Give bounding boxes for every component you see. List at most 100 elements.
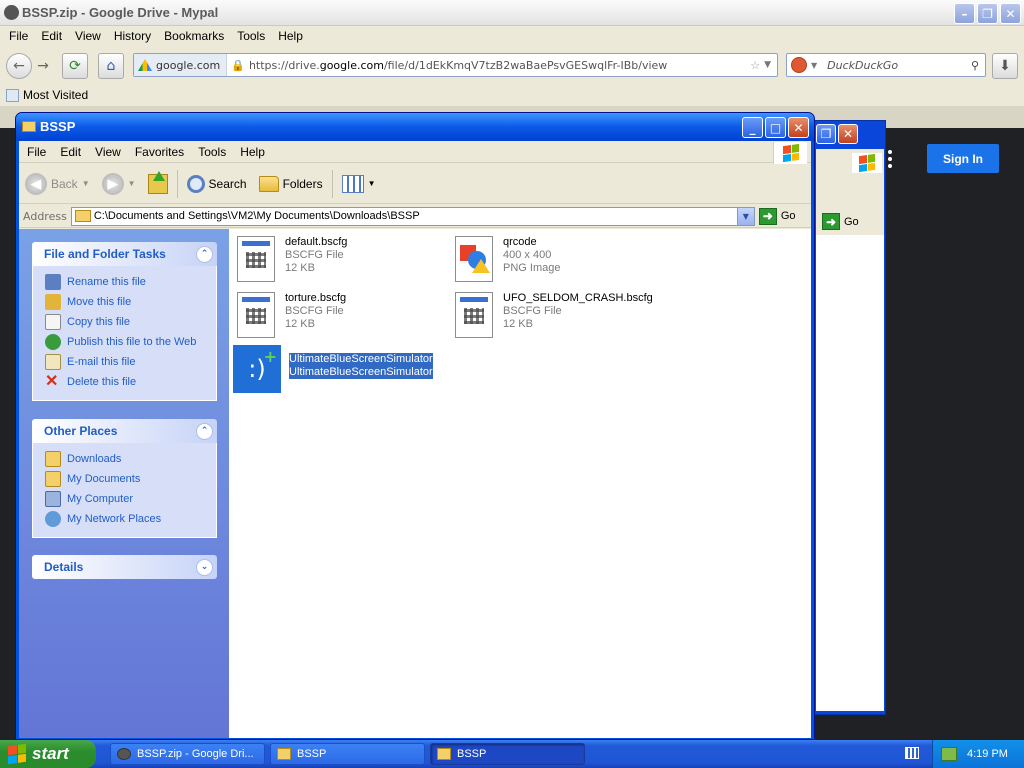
bluescreen-app-icon: :) + bbox=[233, 345, 281, 393]
back-button[interactable]: ◀ Back ▼ bbox=[19, 168, 96, 200]
collapse-chevron-icon[interactable]: ⌃ bbox=[196, 245, 213, 263]
more-options-icon[interactable] bbox=[888, 150, 892, 168]
menu-view[interactable]: View bbox=[95, 145, 121, 159]
reload-icon[interactable]: ⟳ bbox=[62, 53, 88, 79]
place-downloads[interactable]: Downloads bbox=[45, 449, 216, 469]
task-delete[interactable]: ✕ Delete this file bbox=[45, 372, 216, 392]
file-item[interactable]: default.bscfg BSCFG File 12 KB bbox=[237, 236, 347, 284]
url-bar[interactable]: google.com 🔒 https://drive.google.com/fi… bbox=[133, 53, 778, 77]
clock[interactable]: 4:19 PM bbox=[967, 748, 1008, 760]
menu-edit[interactable]: Edit bbox=[60, 145, 81, 159]
file-folder-tasks-header[interactable]: File and Folder Tasks ⌃ bbox=[32, 242, 217, 266]
file-name: torture.bscfg bbox=[285, 292, 347, 304]
duckduckgo-icon bbox=[791, 57, 807, 73]
search-engine-dropdown-icon[interactable]: ▼ bbox=[811, 61, 817, 70]
my-computer-icon bbox=[45, 491, 61, 507]
views-dropdown-icon[interactable]: ▼ bbox=[368, 179, 376, 188]
collapse-chevron-icon[interactable]: ⌃ bbox=[196, 422, 213, 440]
place-my-documents[interactable]: My Documents bbox=[45, 469, 216, 489]
back-dropdown-icon[interactable]: ▼ bbox=[82, 179, 90, 188]
taskbar-item-browser[interactable]: BSSP.zip - Google Dri... bbox=[110, 743, 265, 765]
up-button[interactable] bbox=[142, 168, 174, 200]
menu-tools[interactable]: Tools bbox=[198, 145, 226, 159]
go-button[interactable]: ➜ Go bbox=[758, 207, 796, 225]
file-type: BSCFG File bbox=[285, 305, 344, 317]
bookmark-star-icon[interactable]: ☆ bbox=[750, 59, 760, 72]
panel-title: Other Places bbox=[44, 424, 118, 438]
file-item[interactable]: UFO_SELDOM_CRASH.bscfg BSCFG File 12 KB bbox=[455, 292, 653, 340]
go-button[interactable]: ➜ Go bbox=[822, 213, 859, 230]
file-size: 12 KB bbox=[285, 262, 315, 274]
taskbar-item-bssp-active[interactable]: BSSP bbox=[430, 743, 585, 765]
search-button[interactable]: Search bbox=[181, 168, 253, 200]
address-path[interactable]: C:\Documents and Settings\VM2\My Documen… bbox=[94, 210, 420, 222]
address-field[interactable]: C:\Documents and Settings\VM2\My Documen… bbox=[70, 206, 755, 226]
maximize-button[interactable]: □ bbox=[765, 117, 786, 138]
most-visited-bookmark[interactable]: Most Visited bbox=[23, 88, 88, 102]
back-label: Back bbox=[51, 176, 78, 191]
file-item[interactable]: qrcode 400 x 400 PNG Image bbox=[455, 236, 560, 284]
keyboard-icon[interactable] bbox=[905, 747, 919, 759]
menu-file[interactable]: File bbox=[9, 29, 28, 43]
file-item[interactable]: torture.bscfg BSCFG File 12 KB bbox=[237, 292, 346, 340]
file-list: default.bscfg BSCFG File 12 KB qrcode 40… bbox=[229, 229, 811, 738]
close-button[interactable]: ✕ bbox=[1000, 3, 1021, 24]
restore-button[interactable]: ❐ bbox=[816, 124, 836, 144]
network-tray-icon[interactable] bbox=[941, 747, 957, 761]
sign-in-button[interactable]: Sign In bbox=[927, 144, 999, 173]
menu-favorites[interactable]: Favorites bbox=[135, 145, 184, 159]
menu-edit[interactable]: Edit bbox=[41, 29, 62, 43]
site-domain: google.com bbox=[156, 58, 221, 72]
other-places-header[interactable]: Other Places ⌃ bbox=[32, 419, 217, 443]
close-button[interactable]: ✕ bbox=[838, 124, 858, 144]
start-button[interactable]: start bbox=[0, 740, 96, 768]
task-copy[interactable]: Copy this file bbox=[45, 312, 216, 332]
menu-file[interactable]: File bbox=[27, 145, 46, 159]
details-header[interactable]: Details ⌄ bbox=[32, 555, 217, 579]
home-icon[interactable]: ⌂ bbox=[98, 53, 124, 79]
menu-help[interactable]: Help bbox=[240, 145, 265, 159]
search-bar[interactable]: ▼ DuckDuckGo ⚲ bbox=[786, 53, 986, 77]
views-button[interactable]: ▼ bbox=[336, 168, 382, 200]
forward-arrow-icon[interactable]: → bbox=[32, 55, 54, 77]
forward-dropdown-icon[interactable]: ▼ bbox=[128, 179, 136, 188]
minimize-button[interactable]: – bbox=[954, 3, 975, 24]
explorer-window-background[interactable]: ❐ ✕ ➜ Go bbox=[812, 120, 886, 715]
search-placeholder[interactable]: DuckDuckGo bbox=[827, 59, 971, 72]
url-text[interactable]: https://drive.google.com/file/d/1dEkKmqV… bbox=[245, 59, 750, 72]
task-email[interactable]: E-mail this file bbox=[45, 352, 216, 372]
file-name: default.bscfg bbox=[285, 236, 348, 248]
start-label: start bbox=[32, 744, 69, 763]
menu-help[interactable]: Help bbox=[278, 29, 303, 43]
explorer-title-bar: BSSP _ □ ✕ bbox=[16, 113, 814, 141]
file-description: UltimateBlueScreenSimulator bbox=[289, 366, 433, 379]
place-my-network[interactable]: My Network Places bbox=[45, 509, 216, 529]
panel-title: File and Folder Tasks bbox=[44, 247, 166, 261]
explorer-toolbar: ◀ Back ▼ ▶ ▼ Search Folders ▼ bbox=[19, 164, 811, 204]
browser-title-bar: BSSP.zip - Google Drive - Mypal – ❐ ✕ bbox=[0, 0, 1024, 26]
task-rename[interactable]: Rename this file bbox=[45, 272, 216, 292]
menu-view[interactable]: View bbox=[75, 29, 101, 43]
task-publish[interactable]: Publish this file to the Web bbox=[45, 332, 216, 352]
download-icon[interactable]: ⬇ bbox=[992, 53, 1018, 79]
forward-button[interactable]: ▶ ▼ bbox=[96, 168, 142, 200]
file-name: UFO_SELDOM_CRASH.bscfg bbox=[503, 292, 653, 304]
minimize-button[interactable]: _ bbox=[742, 117, 763, 138]
menu-history[interactable]: History bbox=[114, 29, 151, 43]
file-item-selected[interactable]: :) + UltimateBlueScreenSimulator Ultimate… bbox=[233, 345, 433, 393]
restore-button[interactable]: ❐ bbox=[977, 3, 998, 24]
address-dropdown-icon[interactable]: ▼ bbox=[736, 207, 754, 225]
search-icon[interactable]: ⚲ bbox=[971, 59, 979, 72]
url-path: /file/d/1dEkKmqV7tzB2waBaePsvGESwqlFr-IB… bbox=[383, 58, 668, 72]
place-my-computer[interactable]: My Computer bbox=[45, 489, 216, 509]
taskbar-item-bssp[interactable]: BSSP bbox=[270, 743, 425, 765]
menu-tools[interactable]: Tools bbox=[237, 29, 265, 43]
task-move[interactable]: Move this file bbox=[45, 292, 216, 312]
folders-button[interactable]: Folders bbox=[253, 168, 329, 200]
close-button[interactable]: ✕ bbox=[788, 117, 809, 138]
url-dropdown-icon[interactable]: ▼ bbox=[764, 60, 771, 70]
back-arrow-icon[interactable]: ← bbox=[6, 53, 32, 79]
site-identity[interactable]: google.com bbox=[134, 54, 228, 76]
menu-bookmarks[interactable]: Bookmarks bbox=[164, 29, 224, 43]
expand-chevron-icon[interactable]: ⌄ bbox=[196, 558, 213, 576]
